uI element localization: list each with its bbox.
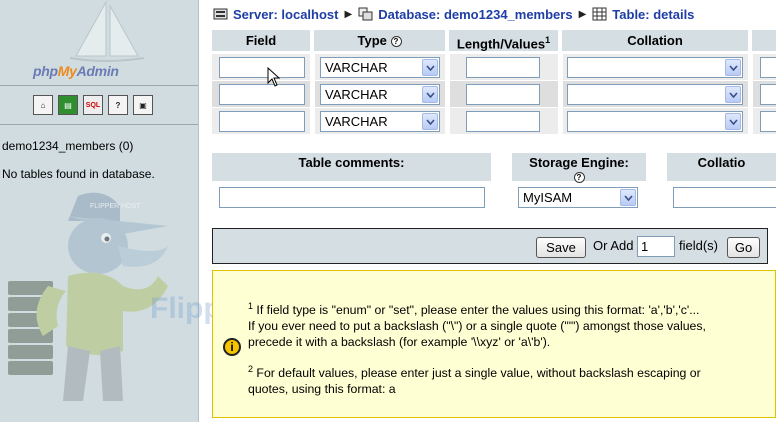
breadcrumb-database[interactable]: Database: demo1234_members <box>358 7 573 22</box>
mouse-cursor-icon <box>267 67 281 87</box>
breadcrumb-separator-icon: ▶ <box>578 8 587 20</box>
field-attributes-select[interactable] <box>760 84 776 105</box>
go-button[interactable]: Go <box>727 237 760 258</box>
phpinfo-icon[interactable]: ▣ <box>133 95 153 115</box>
breadcrumb-server[interactable]: Server: localhost <box>213 7 339 22</box>
table-icon <box>592 7 607 21</box>
chevron-down-icon[interactable] <box>422 86 438 103</box>
divider <box>0 85 198 86</box>
storage-engine-header: Storage Engine:? <box>512 153 646 183</box>
phpmyadmin-sailboat-logo <box>69 0 145 62</box>
chevron-down-icon[interactable] <box>725 86 741 103</box>
field-name-input[interactable] <box>219 84 305 105</box>
breadcrumb-separator-icon: ▶ <box>344 8 353 20</box>
column-header-collation: Collation <box>562 30 748 51</box>
field-type-select[interactable]: VARCHAR <box>320 111 440 132</box>
home-icon[interactable]: ⌂ <box>33 95 53 115</box>
database-link[interactable]: demo1234_members (0) <box>2 139 133 153</box>
note-default-values: 2 For default values, please enter just … <box>248 364 701 397</box>
field-name-input[interactable] <box>219 57 305 78</box>
storage-engine-select[interactable]: MyISAM <box>518 187 638 208</box>
help-icon[interactable]: ? <box>573 172 585 183</box>
phpmyadmin-logo[interactable]: phpMyAdmin <box>33 63 119 79</box>
field-collation-select[interactable] <box>567 57 743 78</box>
info-icon: i <box>223 338 241 356</box>
server-icon <box>213 8 228 20</box>
field-length-input[interactable] <box>466 111 540 132</box>
table-comments-header: Table comments: <box>212 153 491 181</box>
save-toolbar: Save Or Add field(s) Go <box>212 228 768 264</box>
table-collation-select[interactable] <box>673 187 776 208</box>
column-header-field: Field <box>212 30 310 51</box>
note-enum-set: 1 If field type is "enum" or "set", plea… <box>248 301 706 350</box>
field-attributes-select[interactable] <box>760 111 776 132</box>
sql-icon[interactable]: SQL <box>83 95 103 115</box>
column-header-more <box>752 30 776 51</box>
column-header-length: Length/Values1 <box>449 30 558 51</box>
documentation-icon[interactable]: ? <box>108 95 128 115</box>
database-icon <box>358 7 373 21</box>
chevron-down-icon[interactable] <box>422 59 438 76</box>
left-navigation-frame: phpMyAdmin ⌂ ▤ SQL ? ▣ demo1234_members … <box>0 0 199 422</box>
divider <box>0 124 198 125</box>
breadcrumb: Server: localhost ▶ Database: demo1234_m… <box>213 4 694 24</box>
save-button[interactable]: Save <box>536 237 586 258</box>
help-icon[interactable]: ? <box>390 36 402 47</box>
breadcrumb-table[interactable]: Table: details <box>592 7 694 22</box>
field-name-input[interactable] <box>219 111 305 132</box>
field-attributes-select[interactable] <box>760 57 776 78</box>
chevron-down-icon[interactable] <box>725 113 741 130</box>
field-type-select[interactable]: VARCHAR <box>320 57 440 78</box>
sidebar-icon-bar: ⌂ ▤ SQL ? ▣ <box>33 95 153 115</box>
table-collation-header: Collatio <box>667 153 776 181</box>
field-notes-box: i 1 If field type is "enum" or "set", pl… <box>212 270 776 418</box>
query-window-icon[interactable]: ▤ <box>58 95 78 115</box>
no-tables-message: No tables found in database. <box>2 167 155 181</box>
chevron-down-icon[interactable] <box>620 189 636 206</box>
chevron-down-icon[interactable] <box>422 113 438 130</box>
field-length-input[interactable] <box>466 84 540 105</box>
field-collation-select[interactable] <box>567 111 743 132</box>
field-type-select[interactable]: VARCHAR <box>320 84 440 105</box>
table-comments-input[interactable] <box>219 187 485 208</box>
field-collation-select[interactable] <box>567 84 743 105</box>
add-fields-count-input[interactable] <box>637 236 675 257</box>
mascot-cap-text: FLIPPER HOST <box>90 203 141 210</box>
chevron-down-icon[interactable] <box>725 59 741 76</box>
or-add-label: Or Add <box>593 238 634 253</box>
column-header-type: Type ? <box>314 30 445 51</box>
fields-label: field(s) <box>679 238 719 253</box>
field-length-input[interactable] <box>466 57 540 78</box>
